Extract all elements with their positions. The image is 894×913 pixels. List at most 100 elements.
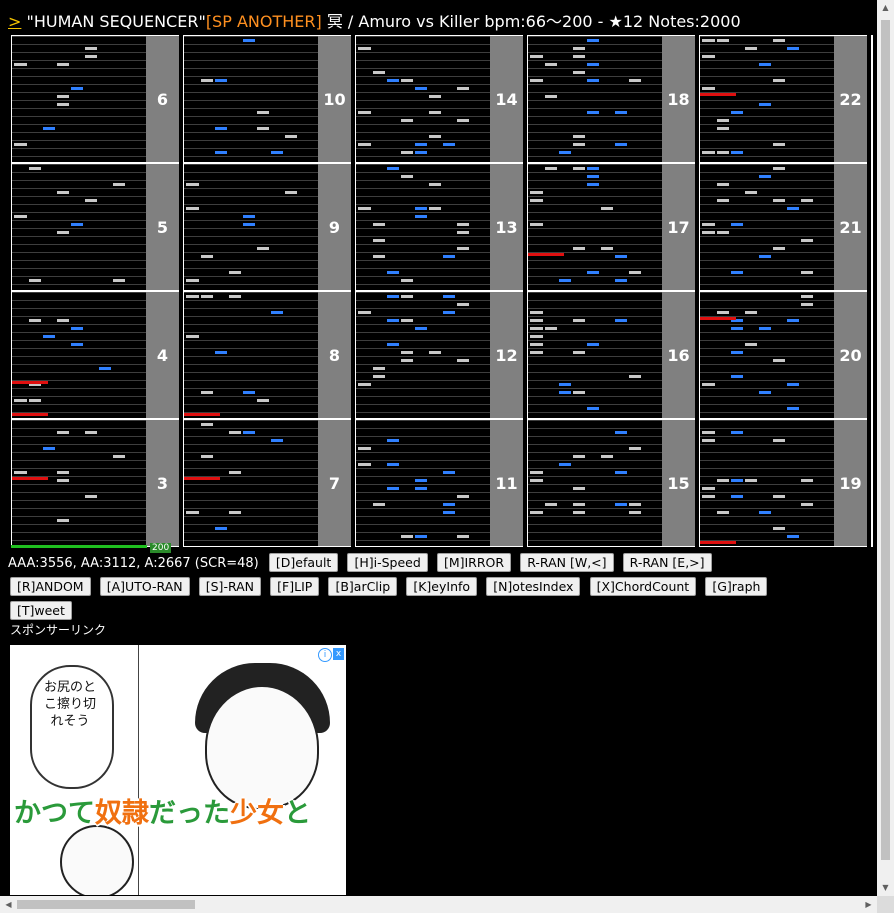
note	[702, 439, 715, 442]
chart-column: 22 21 20 19	[699, 35, 867, 547]
note	[85, 495, 97, 498]
catch-pre: かつて	[14, 798, 95, 829]
scratch-note	[184, 477, 220, 480]
note	[457, 119, 469, 122]
default-button[interactable]: [D]efault	[268, 553, 339, 572]
barclip-button[interactable]: [B]arClip	[328, 577, 398, 596]
note	[358, 463, 371, 466]
note	[530, 327, 543, 330]
note	[215, 127, 227, 130]
scratch-note	[184, 413, 220, 416]
measure-number: 10	[323, 90, 346, 109]
note	[201, 455, 213, 458]
note	[443, 295, 455, 298]
note	[401, 295, 413, 298]
note	[401, 319, 413, 322]
note	[57, 95, 69, 98]
note	[186, 207, 199, 210]
hi-speed-button[interactable]: [H]i-Speed	[347, 553, 428, 572]
auto-ran-button[interactable]: [A]UTO-RAN	[99, 577, 190, 596]
tweet-button[interactable]: [T]weet	[10, 601, 72, 620]
scroll-up-icon[interactable]: ▲	[877, 0, 894, 16]
note	[401, 359, 413, 362]
note	[415, 87, 427, 90]
note	[387, 343, 399, 346]
measure: 21	[699, 163, 867, 291]
note	[717, 151, 729, 154]
note	[85, 55, 97, 58]
note	[57, 471, 69, 474]
random-button[interactable]: [R]ANDOM	[10, 577, 91, 596]
note	[587, 271, 599, 274]
flip-button[interactable]: [F]LIP	[270, 577, 320, 596]
note	[717, 127, 729, 130]
note	[573, 503, 585, 506]
note	[443, 255, 455, 258]
horizontal-scroll-thumb[interactable]	[17, 900, 195, 909]
note	[573, 71, 585, 74]
note	[373, 223, 385, 226]
song-name: "HUMAN SEQUENCER"	[26, 12, 206, 31]
note	[457, 359, 469, 362]
note	[358, 111, 371, 114]
note	[731, 271, 743, 274]
note	[85, 199, 97, 202]
note	[201, 79, 213, 82]
small-character-face	[60, 825, 134, 895]
r-ran-w-button[interactable]: R-RAN [W,<]	[520, 553, 614, 572]
note	[271, 151, 283, 154]
measure-number: 4	[156, 346, 169, 365]
note	[85, 431, 97, 434]
note	[787, 207, 799, 210]
note	[14, 63, 27, 66]
note	[745, 191, 757, 194]
measure: 5	[11, 163, 179, 291]
note	[587, 343, 599, 346]
chart-column: 6 5 4 3	[11, 35, 179, 547]
r-ran-e-button[interactable]: R-RAN [E,>]	[622, 553, 712, 572]
vertical-scroll-thumb[interactable]	[881, 20, 890, 860]
note	[759, 327, 771, 330]
s-ran-button[interactable]: [S]-RAN	[198, 577, 262, 596]
note	[702, 487, 715, 490]
scroll-right-icon[interactable]: ▶	[860, 896, 877, 913]
notesindex-button[interactable]: [N]otesIndex	[486, 577, 581, 596]
measure-number: 17	[667, 218, 690, 237]
note	[573, 143, 585, 146]
note	[57, 231, 69, 234]
chordcount-button[interactable]: [X]ChordCount	[589, 577, 697, 596]
note	[57, 103, 69, 106]
note	[601, 207, 613, 210]
note	[629, 503, 641, 506]
scroll-left-icon[interactable]: ◀	[0, 896, 17, 913]
note	[731, 151, 743, 154]
note	[759, 511, 771, 514]
catch-highlight-2: 少女	[230, 798, 284, 829]
ad-close-icon[interactable]: x	[333, 648, 344, 660]
ad-info-icon[interactable]: i	[318, 648, 332, 662]
scroll-down-icon[interactable]: ▼	[877, 880, 894, 896]
back-link[interactable]: >	[8, 12, 21, 31]
note	[373, 255, 385, 258]
measure-number: 18	[667, 90, 690, 109]
keyinfo-button[interactable]: [K]eyInfo	[406, 577, 478, 596]
graph-button[interactable]: [G]raph	[705, 577, 768, 596]
note	[401, 175, 413, 178]
note	[443, 143, 455, 146]
note	[401, 351, 413, 354]
advertisement[interactable]: お尻のとこ擦り切れそう かつて奴隷だった少女と i x	[10, 645, 346, 895]
note	[57, 63, 69, 66]
note	[717, 511, 729, 514]
note	[587, 175, 599, 178]
horizontal-scrollbar[interactable]: ◀ ▶	[0, 896, 877, 913]
note	[429, 207, 441, 210]
mirror-button[interactable]: [M]IRROR	[436, 553, 512, 572]
bpm-line	[11, 545, 147, 548]
note	[215, 351, 227, 354]
note	[615, 111, 627, 114]
note	[57, 479, 69, 482]
note	[215, 151, 227, 154]
note	[29, 279, 41, 282]
note	[759, 175, 771, 178]
vertical-scrollbar[interactable]: ▲ ▼	[877, 0, 894, 896]
